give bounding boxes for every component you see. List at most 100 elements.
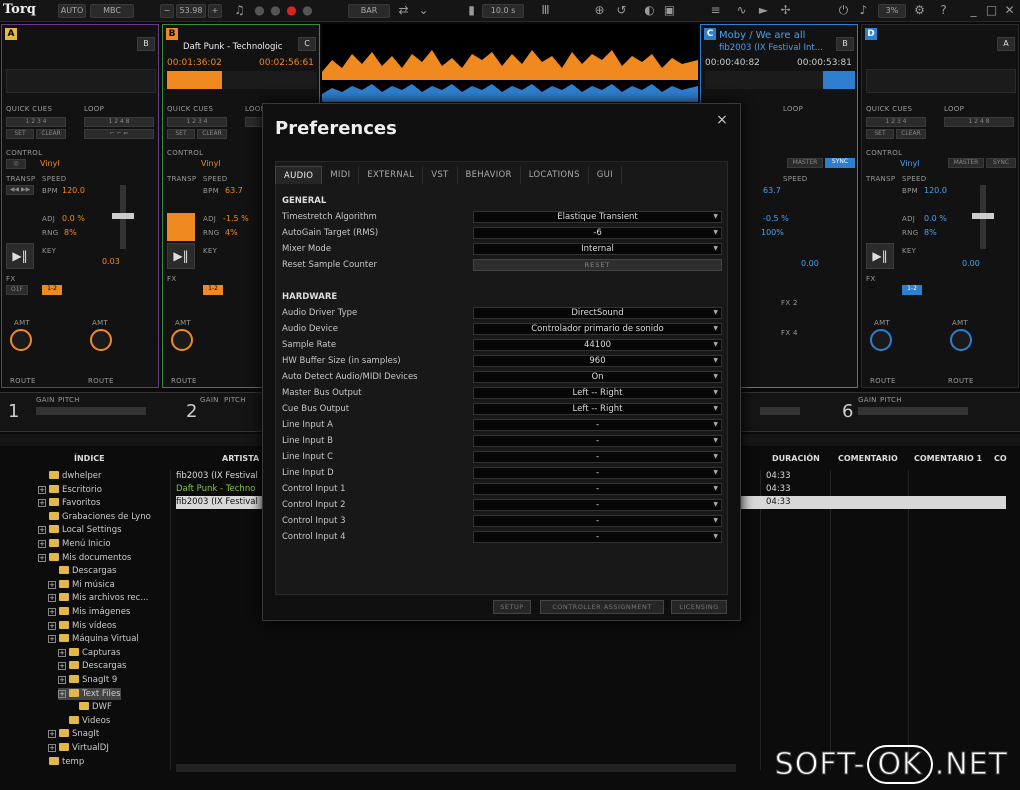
tree-item[interactable]: + SnagIt 9	[58, 674, 117, 686]
quick-cue-buttons[interactable]: 1 2 3 4	[167, 117, 227, 127]
expand-icon[interactable]: +	[58, 648, 66, 657]
channel-6-fader[interactable]	[858, 407, 968, 415]
tab-vst[interactable]: VST	[423, 166, 458, 184]
setting-dropdown[interactable]: - ▼	[473, 467, 722, 479]
expand-icon[interactable]: +	[38, 526, 46, 535]
tree-item[interactable]: + Mi música	[48, 579, 115, 591]
amt-knob[interactable]	[90, 329, 112, 351]
amt-knob[interactable]	[870, 329, 892, 351]
tree-item[interactable]: Descargas	[48, 565, 116, 577]
tree-item[interactable]: + Capturas	[58, 647, 120, 659]
tree-item[interactable]: + Mis archivos rec...	[48, 592, 148, 604]
set-button[interactable]: SET	[866, 129, 894, 139]
setting-dropdown[interactable]: 44100 ▼	[473, 339, 722, 351]
deck-c-key[interactable]: B	[836, 37, 854, 51]
tab-behavior[interactable]: BEHAVIOR	[458, 166, 521, 184]
tree-item[interactable]: + Mis documentos	[38, 552, 131, 564]
expand-icon[interactable]: +	[48, 580, 56, 589]
set-button[interactable]: SET	[6, 129, 34, 139]
expand-icon[interactable]: +	[48, 635, 56, 644]
wave-icon[interactable]: ∿	[734, 3, 749, 18]
deck-d-overview[interactable]	[866, 69, 1016, 93]
expand-icon[interactable]: +	[48, 608, 56, 616]
pitch-fader-handle[interactable]	[112, 213, 134, 219]
setting-dropdown[interactable]: -6 ▼	[473, 227, 722, 239]
grid-icon[interactable]: Ⅲ	[538, 3, 553, 18]
licensing-button[interactable]: LICENSING	[671, 600, 727, 614]
setting-dropdown[interactable]: Controlador primario de sonido ▼	[473, 323, 722, 335]
setting-dropdown[interactable]: Elastique Transient ▼	[473, 211, 722, 223]
vinyl-mode[interactable]: Vinyl	[900, 159, 920, 168]
bpm-plus-button[interactable]: +	[208, 4, 222, 18]
expand-icon[interactable]: +	[38, 540, 46, 548]
deck-c-overview[interactable]	[705, 71, 855, 89]
setting-dropdown[interactable]: - ▼	[473, 435, 722, 447]
tree-item[interactable]: + Mis vídeos	[48, 620, 116, 632]
expand-icon[interactable]: +	[58, 689, 66, 698]
expand-icon[interactable]: +	[38, 485, 46, 494]
clear-button[interactable]: CLEAR	[36, 129, 66, 139]
amt-knob[interactable]	[171, 329, 193, 351]
tree-item[interactable]: + SnagIt	[48, 728, 99, 740]
help-icon[interactable]: ?	[936, 3, 951, 18]
setting-dropdown[interactable]: - ▼	[473, 483, 722, 495]
tree-item[interactable]: + Máquina Virtual	[48, 633, 139, 645]
column-duracion[interactable]: DURACIÓN	[772, 454, 820, 468]
chevron-down-icon[interactable]: ⌄	[416, 3, 431, 18]
bpm-minus-button[interactable]: −	[160, 4, 174, 18]
expand-icon[interactable]: +	[38, 499, 46, 508]
tree-item[interactable]: temp	[38, 756, 84, 768]
loop-buttons[interactable]: 1 2 4 8	[944, 117, 1014, 127]
play-pause-button[interactable]: ▶‖	[167, 243, 195, 269]
deck-d-key[interactable]: A	[997, 37, 1015, 51]
column-indice[interactable]: ÍNDICE	[74, 454, 105, 468]
tree-item[interactable]: + Escritorio	[38, 484, 102, 496]
transport-buttons[interactable]: ◀◀ ▶▶	[6, 185, 34, 195]
camera-icon[interactable]: ▣	[662, 3, 677, 18]
expand-icon[interactable]: +	[48, 730, 56, 739]
tree-item[interactable]: + Menú Inicio	[38, 538, 111, 550]
fx-route-1-2[interactable]: 1-2	[203, 285, 223, 295]
play-pause-button[interactable]: ▶‖	[6, 243, 34, 269]
fx-route-1-2[interactable]: 1-2	[902, 285, 922, 295]
vinyl-toggle[interactable]: ◎	[6, 159, 26, 169]
expand-icon[interactable]: +	[48, 594, 56, 603]
sliders-icon[interactable]: ≡	[708, 3, 723, 18]
loop-icon[interactable]: ↺	[614, 3, 629, 18]
mbc-button[interactable]: MBC	[90, 4, 134, 18]
setting-dropdown[interactable]: - ▼	[473, 499, 722, 511]
fx-route-1-2[interactable]: 1-2	[42, 285, 62, 295]
deck-a-key[interactable]: B	[137, 37, 155, 51]
close-icon[interactable]: ✕	[1002, 3, 1017, 18]
expand-icon[interactable]: +	[58, 662, 66, 671]
dot-icon[interactable]: ●	[252, 3, 267, 18]
horizontal-scrollbar[interactable]	[176, 764, 736, 772]
sync-button[interactable]: SYNC	[825, 158, 855, 168]
power-icon[interactable]: ⏻	[836, 3, 851, 18]
set-button[interactable]: SET	[167, 129, 195, 139]
tab-audio[interactable]: AUDIO	[275, 166, 323, 184]
tree-item[interactable]: + VirtualDJ	[48, 742, 109, 754]
tab-locations[interactable]: LOCATIONS	[521, 166, 589, 184]
loop-arrow-buttons[interactable]: ⌐ ⌐ ⇐	[84, 129, 154, 139]
tab-gui[interactable]: GUI	[589, 166, 622, 184]
waveform-display[interactable]	[322, 24, 698, 102]
tab-external[interactable]: EXTERNAL	[359, 166, 424, 184]
tree-item[interactable]: + Descargas	[58, 660, 126, 672]
setup-button[interactable]: SETUP	[493, 600, 531, 614]
setting-dropdown[interactable]: Internal ▼	[473, 243, 722, 255]
quick-cue-buttons[interactable]: 1 2 3 4	[6, 117, 66, 127]
clear-button[interactable]: CLEAR	[197, 129, 227, 139]
deck-a-overview[interactable]	[6, 69, 156, 93]
auto-button[interactable]: AUTO	[58, 4, 86, 18]
vinyl-mode[interactable]: Vinyl	[40, 159, 60, 168]
tree-item[interactable]: + Local Settings	[38, 524, 122, 536]
tab-midi[interactable]: MIDI	[322, 166, 360, 184]
metronome-icon[interactable]: ▮	[464, 3, 479, 18]
play-marker-icon[interactable]: ►	[756, 3, 771, 18]
loop-buttons[interactable]: 1 2 4 8	[84, 117, 154, 127]
expand-icon[interactable]: +	[48, 621, 56, 630]
tree-item[interactable]: + Text Files	[58, 687, 121, 700]
fx-on-button[interactable]: O1F	[6, 285, 28, 295]
record-icon[interactable]: ●	[284, 3, 299, 18]
